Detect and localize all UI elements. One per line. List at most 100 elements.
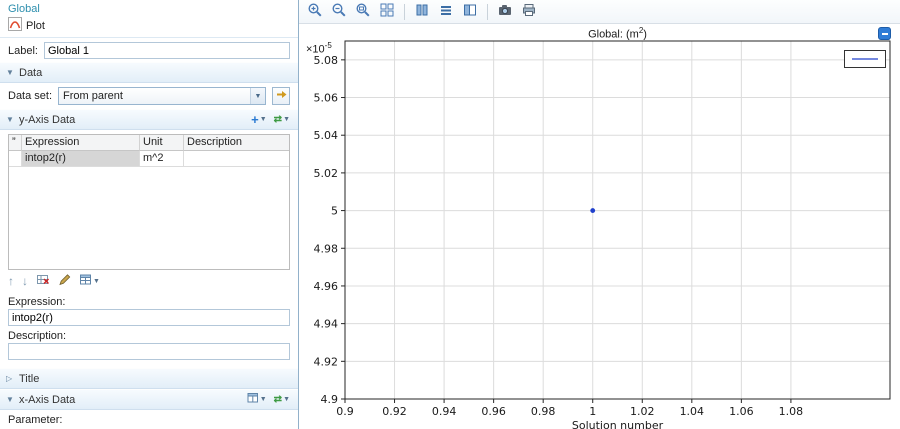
plot-button-label: Plot [26, 19, 45, 32]
zoom-box-button[interactable] [353, 2, 373, 22]
zoom-extents-icon [379, 2, 395, 21]
plot-button[interactable]: Plot [8, 16, 45, 36]
graphics-panel: Global: (m2) ×10-5 0.9 0.92 0.94 0.96 0.98 1 1… [299, 0, 900, 429]
expression-input[interactable] [8, 309, 290, 326]
svg-text:0.9: 0.9 [336, 405, 354, 418]
label-row: Label: [0, 38, 298, 62]
replace-expression-button[interactable]: ⇄ ▼ [272, 113, 292, 125]
svg-text:0.96: 0.96 [481, 405, 506, 418]
label-caption: Label: [8, 44, 38, 57]
section-xaxis-header[interactable]: ▼ x-Axis Data ▼ ⇄ ▼ [0, 389, 298, 410]
svg-text:0.98: 0.98 [531, 405, 556, 418]
svg-text:4.98: 4.98 [314, 242, 339, 255]
table-cell-expression[interactable]: intop2(r) [22, 151, 140, 167]
move-up-button[interactable]: ↑ [8, 275, 14, 287]
xaxis-table-button[interactable]: ▼ [245, 392, 269, 407]
camera-icon [497, 2, 513, 21]
svg-text:5.06: 5.06 [314, 92, 339, 105]
svg-text:0.92: 0.92 [382, 405, 407, 418]
section-yaxis-header[interactable]: ▼ y-Axis Data + ▼ ⇄ ▼ [0, 109, 298, 130]
collapse-triangle-icon: ▼ [6, 68, 14, 77]
toolbar-separator [487, 3, 488, 20]
dataset-row: Data set: From parent ▼ [0, 83, 298, 109]
zoom-in-button[interactable] [305, 2, 325, 22]
dropdown-arrow-icon: ▼ [259, 396, 267, 403]
section-data-header[interactable]: ▼ Data [0, 62, 298, 83]
settings-header: Global Plot [0, 0, 298, 38]
graphics-toolbar [299, 0, 900, 24]
collapse-triangle-icon: ▷ [6, 374, 13, 383]
legend [844, 50, 886, 68]
dropdown-arrow-icon: ▼ [93, 277, 100, 285]
pencil-icon [58, 273, 71, 289]
edit-expression-button[interactable] [58, 273, 71, 289]
svg-text:5.04: 5.04 [314, 129, 339, 142]
table-row[interactable]: intop2(r) m^2 [9, 151, 289, 167]
zoom-extents-button[interactable] [377, 2, 397, 22]
columns-view-icon [414, 2, 430, 21]
svg-text:1.04: 1.04 [680, 405, 705, 418]
list-view-button[interactable] [436, 2, 456, 22]
dataset-combobox[interactable]: From parent ▼ [58, 87, 266, 105]
label-input[interactable] [43, 42, 290, 59]
list-view-icon [438, 2, 454, 21]
zoom-in-icon [307, 2, 323, 21]
table-cell-description[interactable] [184, 151, 289, 167]
svg-text:5.02: 5.02 [314, 167, 339, 180]
svg-text:1.06: 1.06 [729, 405, 754, 418]
image-snapshot-button[interactable] [495, 2, 515, 22]
split-view-icon [462, 2, 478, 21]
table-header-description: Description [184, 135, 289, 151]
print-button[interactable] [519, 2, 539, 22]
zoom-out-button[interactable] [329, 2, 349, 22]
replace-icon: ⇄ [273, 113, 283, 125]
xaxis-replace-button[interactable]: ⇄ ▼ [272, 394, 292, 405]
dataset-caption: Data set: [8, 90, 53, 102]
table-icon [79, 273, 92, 289]
zoom-out-icon [331, 2, 347, 21]
parameter-caption: Parameter: [8, 414, 63, 426]
svg-text:4.9: 4.9 [321, 393, 339, 406]
dataset-source-button[interactable] [272, 87, 290, 105]
xaxis-header-buttons: ▼ ⇄ ▼ [245, 392, 292, 407]
description-caption: Description: [8, 330, 67, 342]
move-down-button[interactable]: ↓ [22, 275, 28, 287]
add-expression-button[interactable]: + ▼ [249, 113, 269, 126]
section-title-header[interactable]: ▷ Title [0, 368, 298, 389]
section-xaxis-title: x-Axis Data [19, 393, 76, 406]
delete-row-button[interactable] [36, 273, 50, 289]
legend-line-sample [852, 58, 878, 60]
yaxis-header-buttons: + ▼ ⇄ ▼ [249, 113, 292, 126]
chevron-down-icon: ▼ [250, 88, 265, 104]
table-header-marker: ” [9, 135, 22, 151]
delete-table-icon [36, 273, 50, 289]
graphics-context-button[interactable] [878, 27, 891, 40]
columns-view-button[interactable] [412, 2, 432, 22]
expression-caption: Expression: [8, 296, 66, 308]
collapse-triangle-icon: ▼ [6, 395, 14, 404]
table-cell-marker[interactable] [9, 151, 22, 167]
svg-text:1: 1 [589, 405, 596, 418]
table-cell-unit[interactable]: m^2 [140, 151, 184, 167]
plot-canvas[interactable]: 0.9 0.92 0.94 0.96 0.98 1 1.02 1.04 1.06 1.084.94… [299, 24, 900, 429]
settings-panel: Global Plot Label: ▼ Data Data set: From… [0, 0, 299, 429]
svg-text:4.96: 4.96 [314, 280, 339, 293]
zoom-box-icon [355, 2, 371, 21]
table-menu-button[interactable]: ▼ [79, 273, 100, 289]
description-input[interactable] [8, 343, 290, 360]
table-header-row: ” Expression Unit Description [9, 135, 289, 151]
expression-table[interactable]: ” Expression Unit Description intop2(r) … [8, 134, 290, 270]
split-view-button[interactable] [460, 2, 480, 22]
table-toolbar: ↑ ↓ ▼ [0, 270, 298, 292]
svg-text:4.94: 4.94 [314, 318, 339, 331]
svg-text:Solution number: Solution number [572, 419, 664, 429]
svg-text:5: 5 [331, 205, 338, 218]
dropdown-arrow-icon: ▼ [283, 396, 290, 403]
table-header-expression: Expression [22, 135, 140, 151]
section-title-title: Title [19, 372, 40, 385]
svg-text:1.08: 1.08 [779, 405, 804, 418]
table-icon [247, 392, 259, 407]
collapse-triangle-icon: ▼ [6, 115, 14, 124]
svg-text:5.08: 5.08 [314, 54, 339, 67]
toolbar-separator [404, 3, 405, 20]
